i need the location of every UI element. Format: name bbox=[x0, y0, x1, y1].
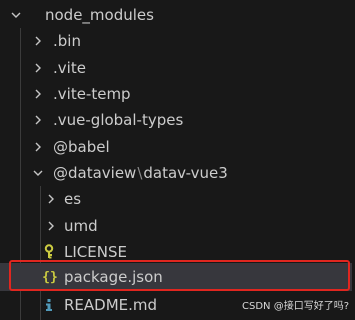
chevron-right-icon bbox=[31, 55, 45, 81]
chevron-right-icon bbox=[31, 81, 45, 107]
folder-label: @babel bbox=[53, 138, 110, 156]
tree-row-folder[interactable]: .bin bbox=[0, 28, 355, 54]
file-explorer: node_modules .bin .vite .vite-temp .vue-… bbox=[0, 0, 355, 320]
folder-label: .vite-temp bbox=[53, 85, 131, 103]
tree-row-scoped-package[interactable]: @dataview\datav-vue3 bbox=[0, 160, 355, 186]
tree-row-folder[interactable]: es bbox=[0, 186, 355, 212]
tree-row-folder[interactable]: @babel bbox=[0, 134, 355, 160]
annotation-highlight-box bbox=[9, 260, 350, 291]
package-label[interactable]: datav-vue3 bbox=[143, 164, 227, 182]
folder-label: es bbox=[64, 190, 82, 208]
markdown-info-icon bbox=[40, 292, 58, 318]
tree-row-folder[interactable]: .vue-global-types bbox=[0, 107, 355, 133]
file-label: README.md bbox=[64, 296, 158, 314]
chevron-right-icon bbox=[44, 213, 58, 239]
folder-label: .vue-global-types bbox=[53, 111, 184, 129]
chevron-right-icon bbox=[31, 107, 45, 133]
tree-row-folder[interactable]: .vite-temp bbox=[0, 81, 355, 107]
tree-row-folder[interactable]: umd bbox=[0, 213, 355, 239]
chevron-down-icon bbox=[9, 2, 23, 28]
chevron-down-icon bbox=[31, 160, 45, 186]
tree-row-node-modules[interactable]: node_modules bbox=[0, 2, 355, 28]
chevron-right-icon bbox=[44, 186, 58, 212]
folder-label: .bin bbox=[53, 32, 81, 50]
chevron-right-icon bbox=[31, 134, 45, 160]
folder-label: .vite bbox=[53, 59, 86, 77]
tree-row-folder[interactable]: .vite bbox=[0, 55, 355, 81]
compact-folder-path: @dataview\datav-vue3 bbox=[53, 160, 228, 186]
watermark: CSDN @接口写好了吗? bbox=[242, 301, 349, 312]
folder-label: node_modules bbox=[45, 6, 154, 24]
scope-label[interactable]: @dataview bbox=[53, 164, 136, 182]
chevron-right-icon bbox=[31, 28, 45, 54]
folder-label: umd bbox=[64, 217, 98, 235]
